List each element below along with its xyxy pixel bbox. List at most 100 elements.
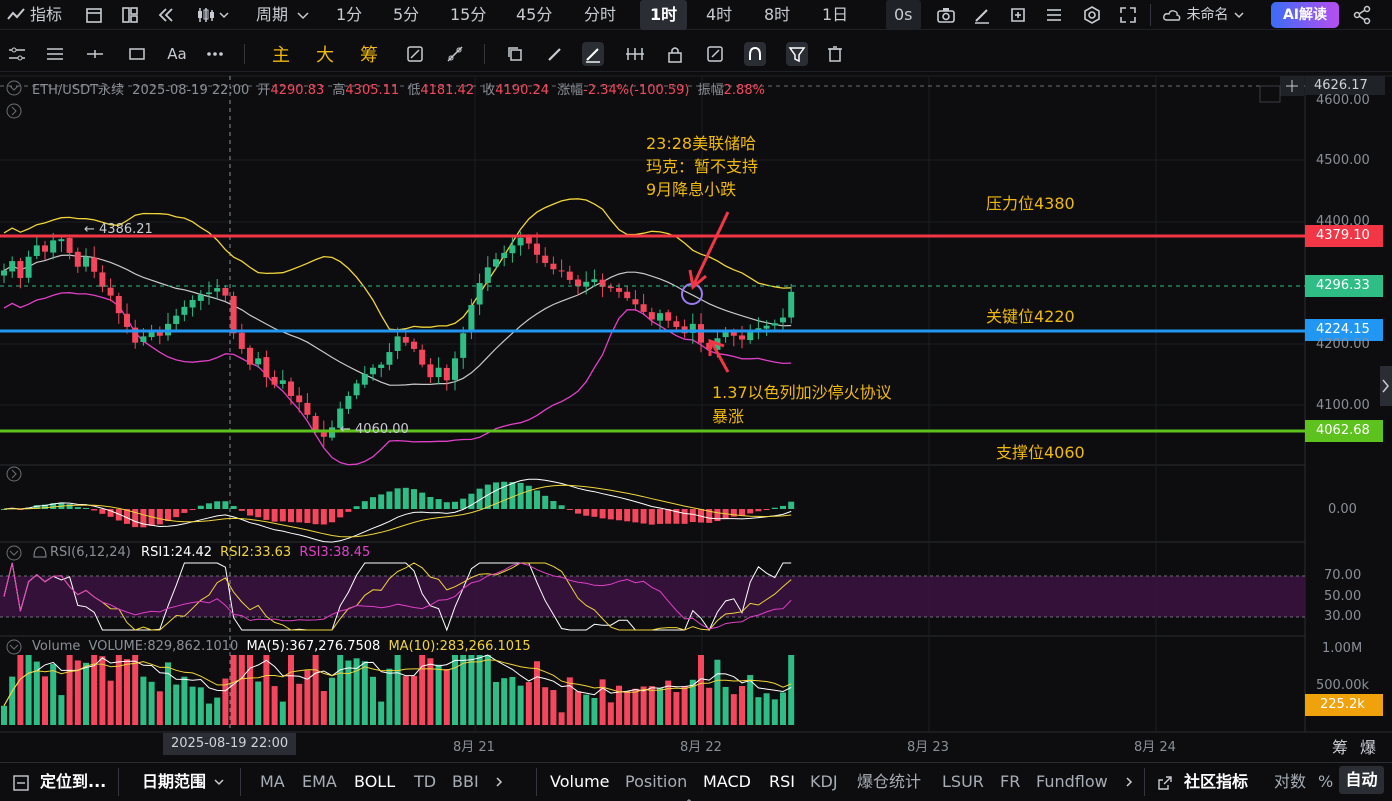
- candle-body: [173, 315, 180, 324]
- volume-bar: [181, 676, 188, 725]
- macd-histogram-bar: [66, 504, 73, 509]
- candle-body: [206, 292, 212, 295]
- volume-bar: [435, 664, 442, 725]
- main-indicator-bbi[interactable]: BBI: [452, 772, 479, 792]
- volume-bar: [583, 694, 590, 725]
- open-value: 4290.83: [270, 83, 325, 98]
- macd-histogram-bar: [378, 494, 385, 509]
- main-indicator-ma[interactable]: MA: [260, 772, 285, 792]
- volume-bar: [780, 692, 786, 725]
- locate-button[interactable]: 定位到...: [40, 772, 106, 792]
- macd-histogram-bar: [657, 509, 663, 524]
- collapse-rsi-icon: [6, 545, 22, 561]
- main-indicator-ema[interactable]: EMA: [302, 772, 337, 792]
- volume-bar: [607, 702, 614, 725]
- volume-bar: [148, 681, 155, 725]
- macd-histogram-bar: [714, 509, 721, 522]
- auto-scale-toggle[interactable]: 自动: [1339, 766, 1384, 794]
- sub-indicator-position[interactable]: Position: [625, 772, 687, 792]
- main-indicator-boll[interactable]: BOLL: [354, 772, 395, 792]
- volume-bar: [288, 655, 294, 725]
- volume-bar: [493, 682, 499, 725]
- sub-indicator-lsur[interactable]: LSUR: [942, 772, 984, 792]
- candle-body: [607, 286, 614, 289]
- candle-body: [279, 380, 286, 384]
- percent-toggle[interactable]: %: [1318, 772, 1333, 792]
- candle-body: [468, 305, 475, 333]
- locate-icon[interactable]: [12, 772, 30, 792]
- chevron-down-icon[interactable]: [213, 772, 225, 792]
- candle-body: [74, 251, 81, 267]
- macd-histogram-bar: [312, 509, 319, 525]
- sub-indicator-fr[interactable]: FR: [1000, 772, 1020, 792]
- fed-arrow: [692, 211, 730, 285]
- volume-tag-label: 225.2k: [1320, 697, 1365, 712]
- macd-histogram-bar: [230, 505, 237, 509]
- candle-body: [238, 332, 245, 349]
- candle-body: [288, 381, 294, 396]
- volume-bar: [558, 712, 565, 725]
- current-price-label: 4296.33: [1316, 278, 1370, 293]
- volume-bar: [624, 691, 631, 725]
- candle-body: [189, 299, 196, 308]
- macd-histogram-bar: [411, 489, 417, 509]
- candle-body: [312, 415, 319, 431]
- candle-body: [534, 243, 540, 255]
- volume-bar: [575, 691, 581, 725]
- axis-top-label: 4626.17: [1314, 78, 1368, 93]
- macd-histogram-bar: [632, 509, 639, 523]
- volume-bar: [501, 678, 508, 725]
- candle-body: [427, 364, 434, 378]
- volume-bar: [402, 676, 409, 725]
- macd-histogram-bar: [165, 509, 171, 522]
- date-range-button[interactable]: 日期范围: [142, 772, 206, 792]
- volume-bar: [107, 680, 114, 725]
- candle-body: [501, 252, 508, 259]
- log-scale-toggle[interactable]: 对数: [1274, 772, 1306, 792]
- volume-tick: 1.00M: [1322, 641, 1363, 656]
- sub-indicator-fundflow[interactable]: Fundflow: [1036, 772, 1108, 792]
- macd-histogram-bar: [755, 509, 762, 512]
- macd-histogram-bar: [206, 503, 212, 509]
- candle-body: [558, 270, 565, 272]
- sub-indicator-rsi[interactable]: RSI: [769, 772, 795, 792]
- macd-histogram-bar: [575, 509, 581, 514]
- volume-bar: [173, 684, 180, 725]
- community-indicators-button[interactable]: 社区指标: [1184, 772, 1248, 792]
- candle-body: [788, 291, 795, 318]
- volume-bar: [9, 676, 16, 725]
- symbol-label: ETH/USDT永续: [32, 83, 125, 98]
- macd-histogram-bar: [222, 501, 229, 509]
- volume-bar: [411, 675, 417, 725]
- sub-indicator-volume[interactable]: Volume: [550, 772, 610, 792]
- external-link-icon[interactable]: [1156, 772, 1174, 792]
- chevron-right-icon[interactable]: [1124, 772, 1134, 792]
- macd-histogram-bar: [279, 509, 286, 522]
- collapse-up-icon[interactable]: [680, 794, 698, 801]
- macd-histogram-bar: [329, 509, 335, 523]
- volume-bar: [132, 655, 139, 725]
- volume-bar: [140, 676, 147, 725]
- macd-histogram-bar: [591, 509, 598, 517]
- macd-histogram-bar: [771, 507, 778, 509]
- volume-bar: [124, 659, 130, 725]
- screen-icon: [1259, 85, 1281, 103]
- chevron-right-icon[interactable]: [494, 772, 504, 792]
- chip-toggle[interactable]: 筹: [1332, 734, 1348, 758]
- volume-legend: Volume VOLUME:829,862.1010 MA(5):367,276…: [32, 639, 531, 654]
- volume-bar: [279, 701, 286, 725]
- macd-histogram-bar: [394, 488, 401, 509]
- macd-histogram-bar: [550, 501, 557, 509]
- sub-indicator-kdj[interactable]: KDJ: [810, 772, 838, 792]
- candle-body: [591, 279, 598, 283]
- volume-bar: [247, 655, 253, 725]
- sub-indicator-macd[interactable]: MACD: [703, 772, 751, 792]
- candle-body: [271, 376, 278, 385]
- liquidation-toggle[interactable]: 爆: [1360, 734, 1376, 758]
- volume-bar: [657, 688, 663, 725]
- volume-bar: [550, 690, 557, 725]
- volume-bar: [361, 661, 368, 725]
- macd-histogram-bar: [296, 509, 303, 523]
- sub-indicator-liquidation[interactable]: 爆仓统计: [857, 772, 921, 792]
- main-indicator-td[interactable]: TD: [414, 772, 436, 792]
